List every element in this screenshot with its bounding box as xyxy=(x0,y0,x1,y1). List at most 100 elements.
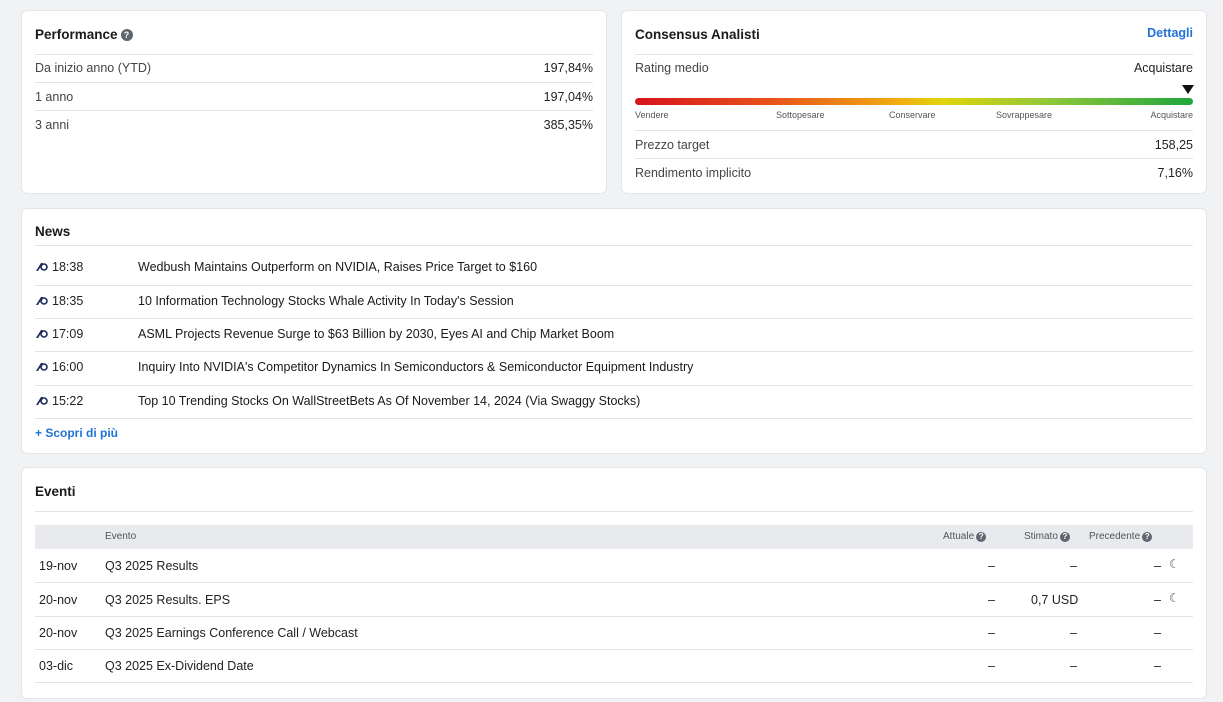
rating-gauge-bar xyxy=(635,98,1193,105)
gauge-marker-icon xyxy=(1182,85,1194,94)
performance-row-3y: 3 anni 385,35% xyxy=(35,118,593,132)
event-estimate: – xyxy=(1070,559,1077,573)
news-time: 15:22 xyxy=(52,394,84,408)
news-source-logo-icon xyxy=(35,329,48,339)
help-icon[interactable]: ? xyxy=(976,532,987,542)
performance-label: 3 anni xyxy=(35,118,70,132)
event-name: Q3 2025 Results. EPS xyxy=(105,593,231,607)
divider xyxy=(35,351,1193,352)
news-card: News 18:38 Wedbush Maintains Outperform … xyxy=(21,208,1207,454)
details-link[interactable]: Dettagli xyxy=(1147,26,1193,40)
event-row[interactable]: 20-nov Q3 2025 Earnings Conference Call … xyxy=(35,617,1193,650)
news-item[interactable]: 18:38 Wedbush Maintains Outperform on NV… xyxy=(35,260,1193,274)
target-price-label: Prezzo target xyxy=(635,138,710,152)
event-previous: – xyxy=(1154,626,1161,640)
performance-value: 197,84% xyxy=(543,61,593,75)
consensus-card: Consensus Analisti Dettagli Rating medio… xyxy=(621,10,1207,194)
performance-title: Performance? xyxy=(35,27,133,42)
event-actual: – xyxy=(988,626,995,640)
performance-title-text: Performance xyxy=(35,27,118,42)
divider xyxy=(35,245,1193,246)
help-icon[interactable]: ? xyxy=(1142,532,1153,542)
more-news-link[interactable]: + Scopri di più xyxy=(35,426,118,440)
help-icon[interactable]: ? xyxy=(1059,532,1070,542)
divider xyxy=(35,318,1193,319)
news-headline[interactable]: Inquiry Into NVIDIA's Competitor Dynamic… xyxy=(138,360,693,374)
event-actual: – xyxy=(988,559,995,573)
rating-value: Acquistare xyxy=(1133,61,1193,75)
event-name: Q3 2025 Earnings Conference Call / Webca… xyxy=(105,626,358,640)
event-estimate: – xyxy=(1070,626,1077,640)
news-source-logo-icon xyxy=(35,362,48,372)
news-item[interactable]: 17:09 ASML Projects Revenue Surge to $63… xyxy=(35,327,1193,341)
performance-row-1y: 1 anno 197,04% xyxy=(35,90,593,104)
news-source-logo-icon xyxy=(35,296,48,306)
news-headline[interactable]: 10 Information Technology Stocks Whale A… xyxy=(138,294,514,308)
divider xyxy=(35,82,593,83)
target-price-row: Prezzo target 158,25 xyxy=(635,138,1193,152)
divider xyxy=(35,110,593,111)
event-name: Q3 2025 Ex-Dividend Date xyxy=(105,659,254,673)
moon-icon: ☾ xyxy=(1169,591,1180,605)
event-actual: – xyxy=(988,659,995,673)
event-row[interactable]: 19-nov Q3 2025 Results – – – ☾ xyxy=(35,550,1193,583)
event-row[interactable]: 20-nov Q3 2025 Results. EPS – 0,7 USD – … xyxy=(35,584,1193,617)
col-estimate: Stimato? xyxy=(1024,531,1070,542)
events-table-header: Evento Attuale? Stimato? Precedente? xyxy=(35,525,1193,549)
performance-label: Da inizio anno (YTD) xyxy=(35,61,152,75)
performance-row-ytd: Da inizio anno (YTD) 197,84% xyxy=(35,61,593,75)
implied-return-label: Rendimento implicito xyxy=(635,166,752,180)
implied-return-value: 7,16% xyxy=(1157,166,1193,180)
consensus-title: Consensus Analisti xyxy=(635,27,760,42)
event-estimate: 0,7 USD xyxy=(1031,593,1079,607)
news-source-logo-icon xyxy=(35,396,48,406)
implied-return-row: Rendimento implicito 7,16% xyxy=(635,166,1193,180)
news-item[interactable]: 15:22 Top 10 Trending Stocks On WallStre… xyxy=(35,394,1193,408)
event-actual: – xyxy=(988,593,995,607)
event-name: Q3 2025 Results xyxy=(105,559,199,573)
event-previous: – xyxy=(1154,559,1161,573)
event-row[interactable]: 03-dic Q3 2025 Ex-Dividend Date – – – xyxy=(35,650,1193,683)
col-previous: Precedente? xyxy=(1089,531,1153,542)
performance-label: 1 anno xyxy=(35,90,74,104)
news-headline[interactable]: ASML Projects Revenue Surge to $63 Billi… xyxy=(138,327,614,341)
divider xyxy=(35,54,593,55)
event-date: 19-nov xyxy=(39,559,78,573)
divider xyxy=(635,54,1193,55)
col-actual-label: Attuale xyxy=(943,531,975,542)
news-source-logo-icon xyxy=(35,262,48,272)
gauge-label-underweight: Sottopesare xyxy=(776,110,825,120)
gauge-label-hold: Conservare xyxy=(889,110,936,120)
target-price-value: 158,25 xyxy=(1154,138,1193,152)
col-event: Evento xyxy=(105,531,137,542)
news-time: 16:00 xyxy=(52,360,84,374)
event-date: 20-nov xyxy=(39,593,78,607)
events-title: Eventi xyxy=(35,484,76,499)
divider xyxy=(35,385,1193,386)
performance-card: Performance? Da inizio anno (YTD) 197,84… xyxy=(21,10,607,194)
event-date: 03-dic xyxy=(39,659,74,673)
gauge-label-sell: Vendere xyxy=(635,110,669,120)
col-estimate-label: Stimato xyxy=(1024,531,1058,542)
rating-label: Rating medio xyxy=(635,61,709,75)
event-date: 20-nov xyxy=(39,626,78,640)
event-estimate: – xyxy=(1070,659,1077,673)
help-icon[interactable]: ? xyxy=(120,29,133,41)
moon-icon: ☾ xyxy=(1169,557,1180,571)
gauge-label-buy: Acquistare xyxy=(1150,110,1193,120)
col-previous-label: Precedente xyxy=(1089,531,1141,542)
col-actual: Attuale? xyxy=(943,531,987,542)
news-item[interactable]: 18:35 10 Information Technology Stocks W… xyxy=(35,294,1193,308)
news-time: 18:38 xyxy=(52,260,84,274)
news-time: 18:35 xyxy=(52,294,84,308)
divider xyxy=(635,158,1193,159)
performance-value: 197,04% xyxy=(543,90,593,104)
divider xyxy=(635,130,1193,131)
news-headline[interactable]: Wedbush Maintains Outperform on NVIDIA, … xyxy=(138,260,537,274)
news-headline[interactable]: Top 10 Trending Stocks On WallStreetBets… xyxy=(138,394,640,408)
divider xyxy=(35,285,1193,286)
event-previous: – xyxy=(1154,593,1161,607)
divider xyxy=(35,511,1193,512)
news-time: 17:09 xyxy=(52,327,84,341)
news-item[interactable]: 16:00 Inquiry Into NVIDIA's Competitor D… xyxy=(35,360,1193,374)
